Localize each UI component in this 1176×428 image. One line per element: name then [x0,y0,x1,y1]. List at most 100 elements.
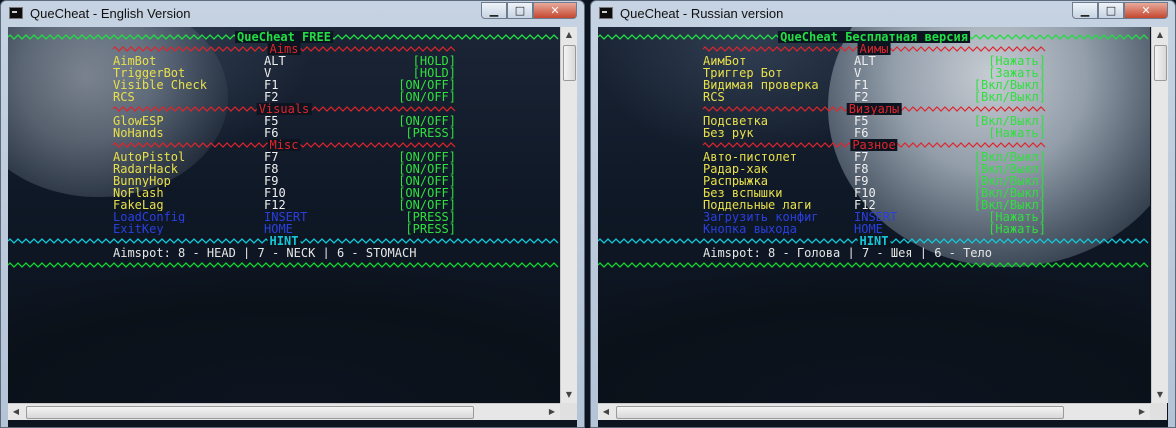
hint-header-label: HINT [267,235,301,247]
maximize-button[interactable]: □ [1098,2,1124,19]
feature-name: Visible Check [113,79,207,91]
vertical-scrollbar[interactable]: ▲ ▼ [560,27,577,403]
console-text-ru: QueCheat Бесплатная версия Аимы АимБот ALT [… [598,27,1150,271]
feature-name: Подсветка [703,115,769,127]
scroll-up-arrow-icon[interactable]: ▲ [561,27,577,43]
window-english: QueCheat - English Version ▁ □ ✕ QueChea… [0,0,585,428]
section-header: Аимы [598,43,1150,55]
menu-row: Распрыжка F9 [Вкл/Выкл] [598,175,1150,187]
feature-name: ExitKey [113,223,164,235]
console-text-en: QueCheat FREE Aims AimBot ALT [HOLD] TriggerB… [8,27,560,271]
mode-label: [PRESS] [405,211,456,223]
menu-row: Без вспышки F10 [Вкл/Выкл] [598,187,1150,199]
scroll-thumb[interactable] [563,45,576,81]
mode-label: [Нажать] [988,223,1046,235]
hotkey: F12 [264,199,286,211]
mode-label: [ON/OFF] [398,187,456,199]
menu-row: NoFlash F10 [ON/OFF] [8,187,560,199]
scroll-up-arrow-icon[interactable]: ▲ [1152,27,1168,43]
minimize-button[interactable]: ▁ [1072,2,1098,19]
bottom-separator [598,259,1150,271]
console-title-label: QueCheat FREE [235,31,333,43]
window-russian: QueCheat - Russian version ▁ □ ✕ QueChea… [590,0,1176,428]
mode-label: [Нажать] [988,55,1046,67]
hotkey: F10 [854,187,876,199]
title-bar[interactable]: QueCheat - Russian version ▁ □ ✕ [591,1,1175,27]
feature-name: RCS [113,91,135,103]
horizontal-scrollbar[interactable]: ◀ ▶ [598,403,1150,420]
feature-name: Без вспышки [703,187,783,199]
menu-row: Триггер Бот V [Зажать] [598,67,1150,79]
hotkey: F9 [854,175,869,187]
feature-name: Видимая проверка [703,79,819,91]
bottom-separator [8,259,560,271]
hotkey: F6 [854,127,869,139]
hotkey: F8 [264,163,279,175]
hotkey: F2 [854,91,869,103]
menu-row: RadarHack F8 [ON/OFF] [8,163,560,175]
console-area[interactable]: QueCheat Бесплатная версия Аимы АимБот ALT [… [598,27,1168,427]
mode-label: [Зажать] [988,67,1046,79]
hotkey: HOME [854,223,883,235]
hotkey: F10 [264,187,286,199]
feature-name: AimBot [113,55,157,67]
menu-row: Авто-пистолет F7 [Вкл/Выкл] [598,151,1150,163]
vertical-scrollbar[interactable]: ▲ ▼ [1151,27,1168,403]
mode-label: [Нажать] [988,127,1046,139]
feature-name: AutoPistol [113,151,186,163]
hotkey: ALT [854,55,876,67]
menu-row: Радар-хак F8 [Вкл/Выкл] [598,163,1150,175]
hotkey: F2 [264,91,279,103]
mode-label: [ON/OFF] [398,115,456,127]
aimspot-hint-text: Aimspot: 8 - HEAD | 7 - NECK | 6 - STOMA… [113,247,417,259]
section-header-label: Misc [267,139,301,151]
scroll-thumb[interactable] [1154,45,1167,81]
mode-label: [Вкл/Выкл] [973,91,1046,103]
scroll-left-arrow-icon[interactable]: ◀ [8,404,24,420]
mode-label: [PRESS] [405,127,456,139]
console-title: QueCheat FREE [8,31,560,43]
mode-label: [Вкл/Выкл] [973,151,1046,163]
scroll-down-arrow-icon[interactable]: ▼ [561,387,577,403]
size-grip[interactable] [560,403,577,420]
scroll-left-arrow-icon[interactable]: ◀ [598,404,614,420]
menu-row: AutoPistol F7 [ON/OFF] [8,151,560,163]
section-header-label: Разное [850,139,898,151]
hotkey: F12 [854,199,876,211]
menu-row: АимБот ALT [Нажать] [598,55,1150,67]
mode-label: [ON/OFF] [398,91,456,103]
scroll-down-arrow-icon[interactable]: ▼ [1152,387,1168,403]
mode-label: [Вкл/Выкл] [973,79,1046,91]
close-button[interactable]: ✕ [1124,2,1168,19]
maximize-button[interactable]: □ [507,2,533,19]
section-header-label: Аимы [857,43,891,55]
menu-row: RCS F2 [Вкл/Выкл] [598,91,1150,103]
window-controls: ▁ □ ✕ [481,2,577,19]
mode-label: [ON/OFF] [398,199,456,211]
scroll-right-arrow-icon[interactable]: ▶ [1134,404,1150,420]
console-area[interactable]: QueCheat FREE Aims AimBot ALT [HOLD] TriggerB… [8,27,577,427]
menu-row: Visible Check F1 [ON/OFF] [8,79,560,91]
mode-label: [PRESS] [405,223,456,235]
hint-header-label: HINT [857,235,891,247]
menu-row: GlowESP F5 [ON/OFF] [8,115,560,127]
menu-row: LoadConfig INSERT [PRESS] [8,211,560,223]
section-header-label: Aims [267,43,301,55]
aimspot-hint-text: Aimspot: 8 - Голова | 7 - Шея | 6 - Тело [703,247,992,259]
size-grip[interactable] [1150,403,1167,420]
close-button[interactable]: ✕ [533,2,577,19]
scroll-right-arrow-icon[interactable]: ▶ [544,404,560,420]
mode-label: [Вкл/Выкл] [973,175,1046,187]
minimize-button[interactable]: ▁ [481,2,507,19]
scroll-thumb[interactable] [616,406,1064,419]
section-header: Разное [598,139,1150,151]
title-bar[interactable]: QueCheat - English Version ▁ □ ✕ [1,1,584,27]
console-app-icon [9,7,23,19]
menu-row: Видимая проверка F1 [Вкл/Выкл] [598,79,1150,91]
section-header: Misc [8,139,560,151]
wave-separator [598,262,1149,268]
horizontal-scrollbar[interactable]: ◀ ▶ [8,403,560,420]
menu-row: Кнопка выхода HOME [Нажать] [598,223,1150,235]
scroll-thumb[interactable] [26,406,474,419]
feature-name: LoadConfig [113,211,186,223]
